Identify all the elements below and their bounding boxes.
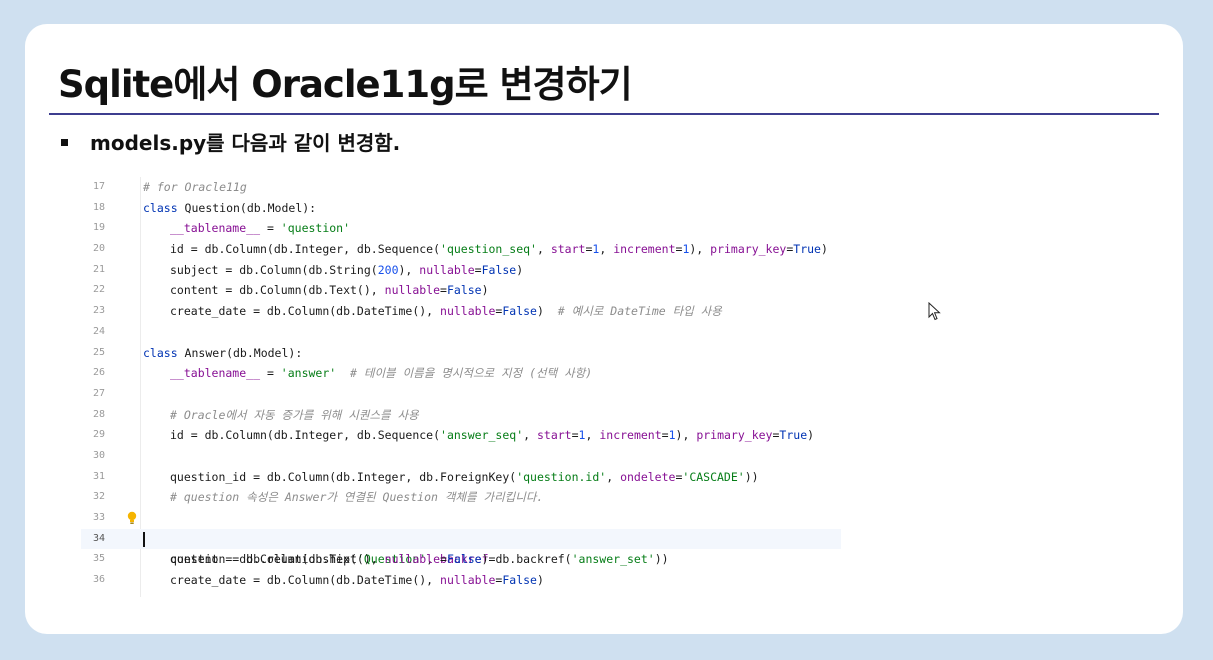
- line-text: __tablename__ = 'question': [170, 221, 351, 236]
- line-number: 24: [92, 325, 105, 337]
- line-text: id = db.Column(db.Integer, db.Sequence('…: [170, 242, 828, 257]
- bullet-item: models.py를 다음과 같이 변경함.: [61, 127, 400, 156]
- code-line: 25 class Answer(db.Model):: [81, 343, 841, 364]
- line-text: # Oracle에서 자동 증가를 위해 시퀀스를 사용: [170, 407, 419, 422]
- line-number: 30: [92, 449, 105, 461]
- code-editor[interactable]: 17 # for Oracle11g 18 class Question(db.Mo…: [81, 177, 841, 597]
- code-line: 18 class Question(db.Model):: [81, 198, 841, 219]
- line-text: content = db.Column(db.Text(), nullable=…: [170, 283, 489, 298]
- line-number: 21: [92, 263, 105, 275]
- code-line: 36 create_date = db.Column(db.DateTime(),…: [81, 570, 841, 591]
- lightbulb-icon[interactable]: [125, 510, 139, 526]
- line-text: create_date = db.Column(db.DateTime(), n…: [170, 573, 544, 588]
- bullet-text: models.py를 다음과 같이 변경함.: [90, 131, 401, 155]
- code-line: 26 __tablename__ = 'answer' # 테이블 이름을 명시적…: [81, 363, 841, 384]
- code-line: 28 # Oracle에서 자동 증가를 위해 시퀀스를 사용: [81, 405, 841, 426]
- line-text: content = db.Column(db.Text(), nullable=…: [170, 552, 489, 567]
- code-line: 27: [81, 384, 841, 405]
- line-number: 18: [92, 201, 105, 213]
- code-line: 24: [81, 322, 841, 343]
- line-text: class Question(db.Model):: [143, 200, 317, 215]
- line-number: 25: [92, 346, 105, 358]
- mouse-cursor-icon: [928, 302, 941, 321]
- code-line: 32 # question 속성은 Answer가 연결된 Question 객체…: [81, 487, 841, 508]
- code-line: 19 __tablename__ = 'question': [81, 218, 841, 239]
- line-number: 36: [92, 574, 105, 586]
- line-text: class Answer(db.Model):: [143, 345, 303, 360]
- line-number: 19: [92, 222, 105, 234]
- line-number: 22: [92, 284, 105, 296]
- line-number: 20: [92, 243, 105, 255]
- bullet-square-icon: [61, 139, 68, 146]
- code-line: 21 subject = db.Column(db.String(200), nu…: [81, 260, 841, 281]
- line-number: 35: [92, 553, 105, 565]
- line-text: # for Oracle11g: [143, 180, 247, 194]
- line-text: id = db.Column(db.Integer, db.Sequence('…: [170, 428, 815, 443]
- code-line-current[interactable]: 34: [81, 528, 841, 550]
- code-line: 30: [81, 446, 841, 467]
- line-text: create_date = db.Column(db.DateTime(), n…: [170, 304, 722, 319]
- code-line: 17 # for Oracle11g: [81, 177, 841, 198]
- title-divider: [49, 113, 1159, 115]
- line-number: 31: [92, 470, 105, 482]
- line-text: subject = db.Column(db.String(200), null…: [170, 262, 524, 277]
- code-line: 29 id = db.Column(db.Integer, db.Sequence…: [81, 425, 841, 446]
- line-number: 34: [92, 532, 105, 544]
- line-number: 17: [92, 181, 105, 192]
- code-line: 23 create_date = db.Column(db.DateTime(),…: [81, 301, 841, 322]
- slide-title: Sqlite에서 Oracle11g로 변경하기: [58, 63, 633, 106]
- line-number: 26: [92, 367, 105, 379]
- line-number: 29: [92, 429, 105, 441]
- code-line: 22 content = db.Column(db.Text(), nullabl…: [81, 280, 841, 301]
- line-number: 23: [92, 305, 105, 317]
- line-text: question_id = db.Column(db.Integer, db.F…: [170, 469, 759, 484]
- code-line: 35 content = db.Column(db.Text(), nullabl…: [81, 549, 841, 570]
- slide: Sqlite에서 Oracle11g로 변경하기 models.py를 다음과 …: [25, 24, 1183, 634]
- code-line: 33 question = db.relationship('Question'…: [81, 508, 841, 566]
- text-caret: [143, 531, 145, 547]
- line-text: __tablename__ = 'answer' # 테이블 이름을 명시적으로…: [170, 366, 593, 381]
- code-line: 31 question_id = db.Column(db.Integer, db…: [81, 467, 841, 488]
- line-number: 32: [92, 491, 105, 503]
- line-number: 28: [92, 408, 105, 420]
- line-number: 27: [92, 387, 105, 399]
- code-line: 20 id = db.Column(db.Integer, db.Sequence…: [81, 239, 841, 260]
- line-text: # question 속성은 Answer가 연결된 Question 객체를 …: [170, 490, 544, 505]
- line-number: 33: [92, 512, 105, 523]
